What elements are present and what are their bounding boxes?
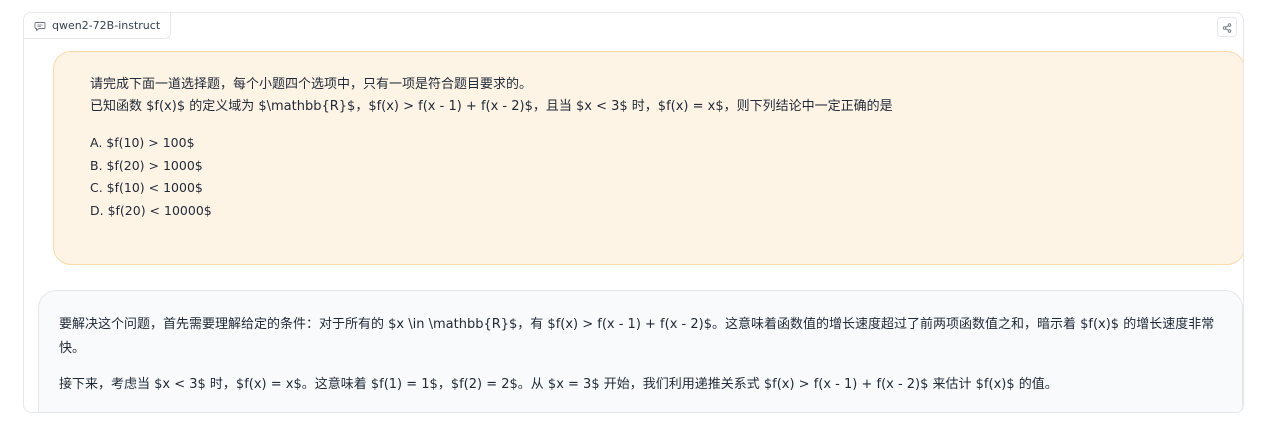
assistant-message: 要解决这个问题，首先需要理解给定的条件：对于所有的 $x \in \mathbb…	[38, 290, 1243, 412]
model-name: qwen2-72B-instruct	[52, 19, 161, 32]
answer-paragraph-2: 接下来，考虑当 $x < 3$ 时，$f(x) = x$。这意味着 $f(1) …	[59, 377, 1058, 392]
chat-panel: qwen2-72B-instruct 请完成下面一道选择题，每个小题四个选项中，…	[23, 12, 1244, 413]
question-intro: 请完成下面一道选择题，每个小题四个选项中，只有一项是符合题目要求的。	[90, 77, 533, 92]
model-label: qwen2-72B-instruct	[24, 13, 172, 39]
question-stem: 已知函数 $f(x)$ 的定义域为 $\mathbb{R}$，$f(x) > f…	[90, 99, 893, 114]
option-d: D. $f(20) < 10000$	[90, 202, 212, 218]
option-list: A. $f(10) > 100$ B. $f(20) > 1000$ C. $f…	[90, 132, 1218, 222]
user-message: 请完成下面一道选择题，每个小题四个选项中，只有一项是符合题目要求的。 已知函数 …	[53, 51, 1243, 265]
answer-paragraph-1: 要解决这个问题，首先需要理解给定的条件：对于所有的 $x \in \mathbb…	[59, 317, 1215, 356]
option-b: B. $f(20) > 1000$	[90, 157, 203, 173]
option-c: C. $f(10) < 1000$	[90, 180, 203, 195]
option-a: A. $f(10) > 100$	[90, 135, 195, 150]
share-button[interactable]	[1217, 17, 1237, 37]
share-icon	[1222, 18, 1232, 37]
chat-bubble-icon	[34, 20, 46, 32]
